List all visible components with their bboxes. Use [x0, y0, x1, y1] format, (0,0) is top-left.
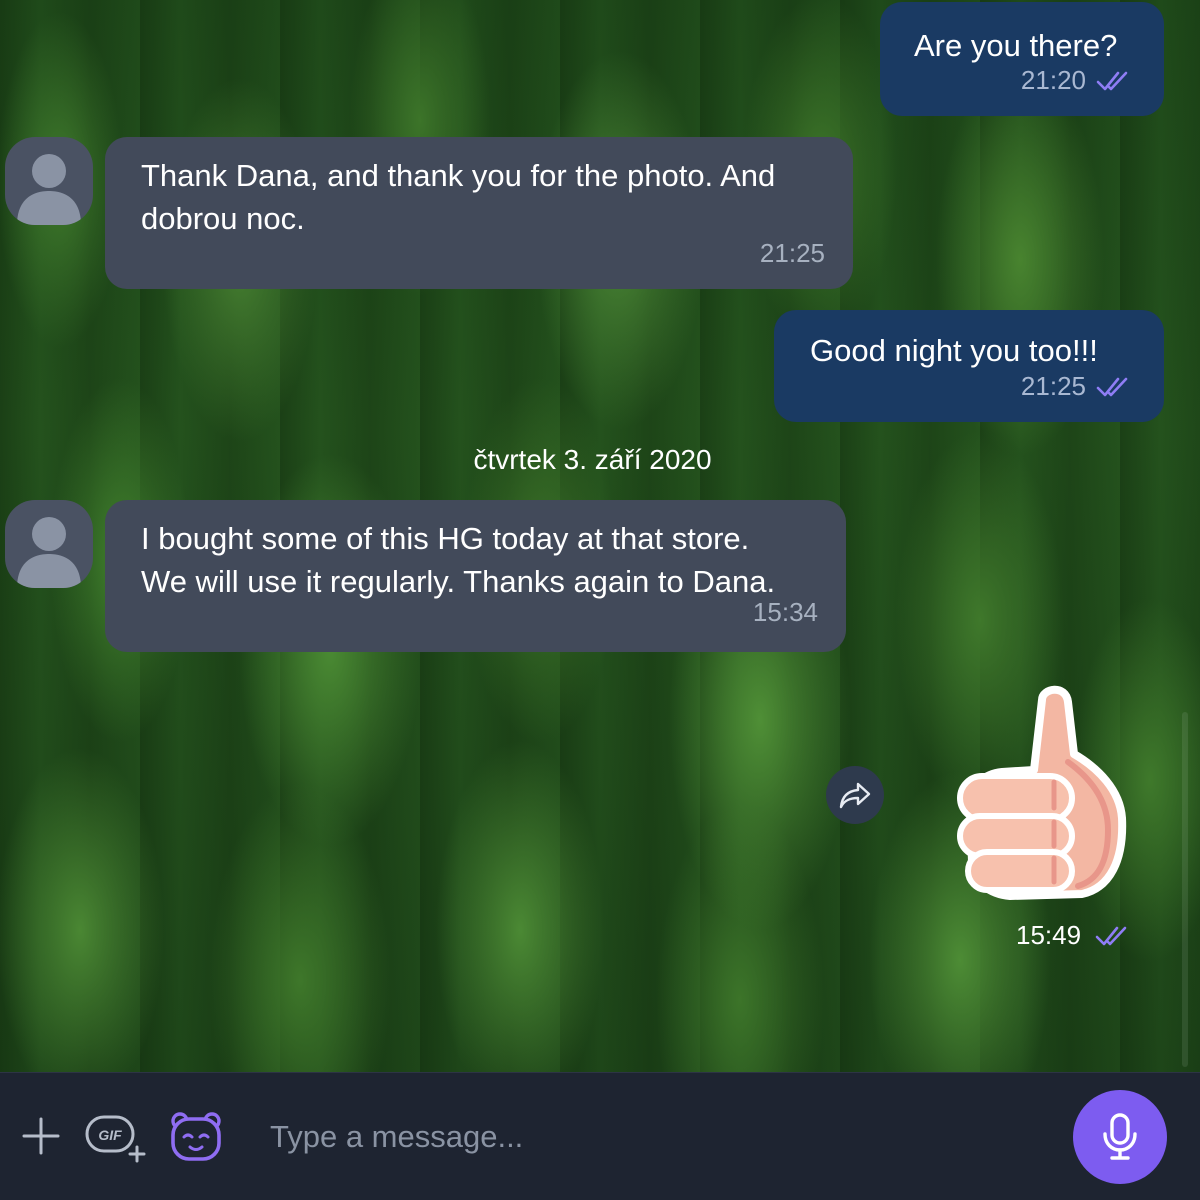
bear-sticker-icon — [171, 1112, 221, 1161]
message-composer: GIF — [0, 1072, 1200, 1200]
message-text-line: Thank Dana, and thank you for the photo.… — [141, 158, 776, 193]
chat-area: Are you there? 21:20 Thank Dana, and tha… — [0, 0, 1200, 1072]
thumbs-up-sticker[interactable] — [950, 682, 1132, 904]
message-meta: 21:25 — [760, 232, 825, 275]
incoming-message[interactable]: I bought some of this HG today at that s… — [105, 500, 846, 652]
message-input[interactable] — [270, 1113, 1030, 1161]
message-time: 21:25 — [759, 238, 825, 268]
microphone-icon — [1103, 1113, 1137, 1160]
message-meta: 21:25 — [1021, 365, 1136, 408]
user-avatar-icon[interactable] — [5, 137, 93, 225]
incoming-message[interactable]: Thank Dana, and thank you for the photo.… — [105, 137, 853, 289]
date-separator: čtvrtek 3. září 2020 — [473, 444, 712, 475]
message-text-line: We will use it regularly. Thanks again t… — [141, 564, 776, 599]
user-avatar-icon[interactable] — [5, 500, 93, 588]
scrollbar[interactable] — [1182, 712, 1188, 1067]
message-time: 21:25 — [1020, 371, 1086, 401]
message-text-line: dobrou noc. — [141, 201, 305, 236]
attach-button[interactable] — [18, 1113, 64, 1159]
message-text-line: I bought some of this HG today at that s… — [141, 521, 750, 556]
message-meta: 15:49 — [1016, 920, 1135, 951]
forward-icon — [839, 782, 871, 809]
svg-text:GIF: GIF — [98, 1127, 122, 1143]
gif-icon: GIF — [85, 1115, 146, 1163]
person-silhouette — [17, 517, 81, 588]
double-check-icon — [1095, 926, 1127, 945]
double-check-icon — [1096, 377, 1128, 396]
plus-icon — [22, 1117, 60, 1155]
double-check-icon — [1096, 71, 1128, 90]
sticker-button[interactable] — [168, 1109, 224, 1165]
outgoing-message[interactable]: Good night you too!!! 21:25 — [774, 310, 1164, 422]
message-time: 15:49 — [1016, 920, 1082, 950]
outgoing-message[interactable]: Are you there? 21:20 — [880, 2, 1164, 116]
person-silhouette — [17, 154, 81, 225]
message-meta: 15:34 — [753, 591, 818, 634]
message-time: 21:20 — [1020, 65, 1086, 95]
forward-button[interactable] — [826, 766, 884, 824]
message-time: 15:34 — [752, 597, 818, 627]
gif-button[interactable]: GIF — [84, 1111, 148, 1163]
voice-message-button[interactable] — [1073, 1090, 1167, 1184]
message-meta: 21:20 — [1021, 59, 1136, 102]
